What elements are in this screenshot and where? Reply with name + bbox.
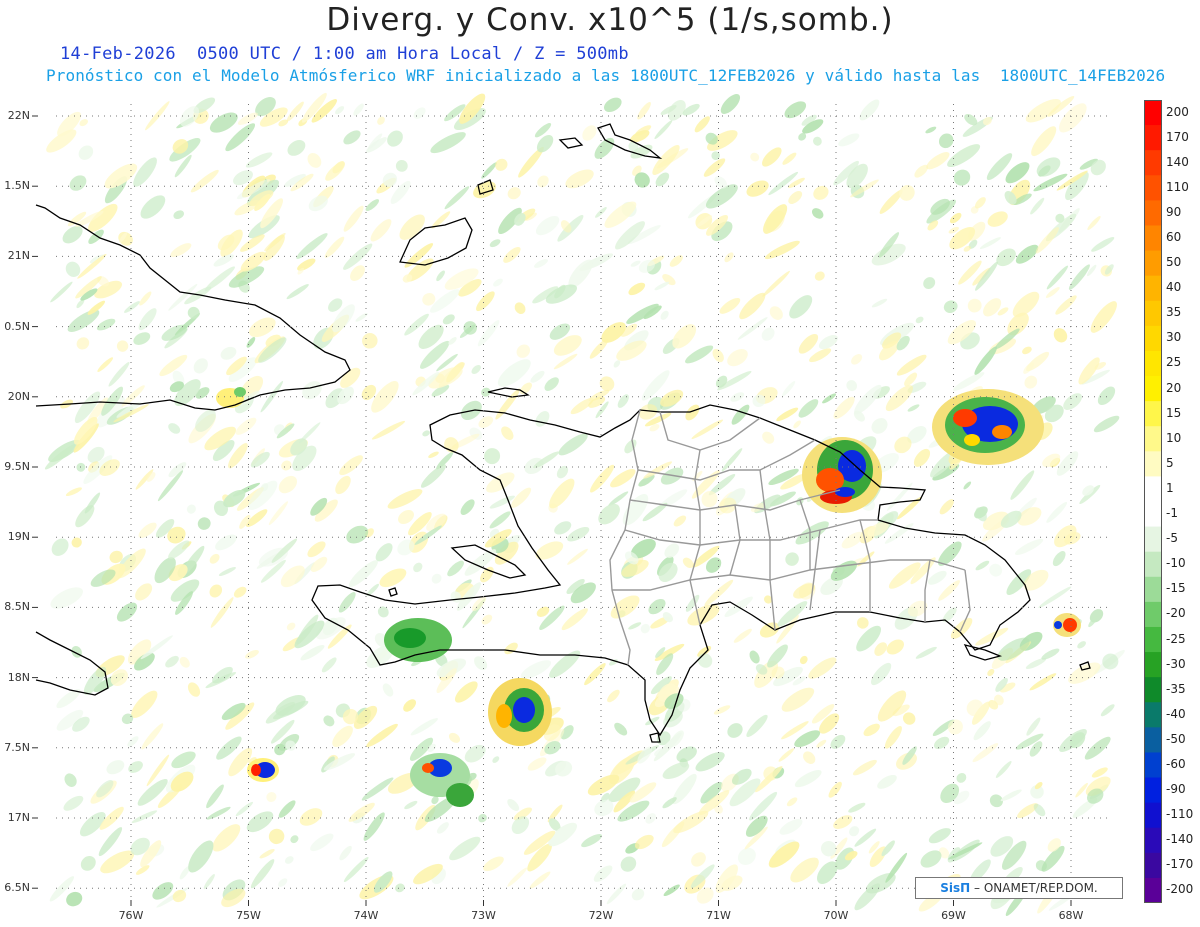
colorbar-swatch [1144,376,1162,402]
credit-text: – ONAMET/REP.DOM. [974,881,1098,895]
colorbar-swatch [1144,727,1162,753]
colorbar-label: -35 [1166,681,1186,696]
colorbar-swatch [1144,551,1162,578]
colorbar-label: 170 [1166,129,1189,144]
model-info-line: Pronóstico con el Modelo Atmósferico WRF… [46,66,1166,85]
colorbar-swatch [1144,702,1162,728]
colorbar-swatch [1144,225,1162,252]
colorbar-label: 200 [1166,104,1189,119]
longitude-label: 71W [706,909,731,922]
colorbar-swatch [1144,451,1162,477]
colorbar-swatch [1144,777,1162,804]
colorbar-swatch [1144,601,1162,628]
colorbar-swatch [1144,877,1162,903]
colorbar-swatch [1144,426,1162,452]
colorbar [1144,100,1162,903]
colorbar-swatch [1144,501,1162,528]
colorbar-swatch [1144,300,1162,327]
cell-east [1053,613,1081,637]
longitude-label: 74W [353,909,379,922]
colorbar-label: 110 [1166,179,1189,194]
latitude-label: 18N [7,670,30,684]
colorbar-label: 140 [1166,154,1189,169]
colorbar-label: -200 [1166,882,1194,897]
colorbar-label: 15 [1166,405,1182,420]
longitude-label: 73W [471,909,496,922]
colorbar-label: -5 [1166,531,1178,546]
cell-cibao [802,437,882,513]
credit-box: SisΠ – ONAMET/REP.DOM. [915,877,1123,899]
latitude-label: 22N [7,109,30,122]
colorbar-label: -1 [1166,506,1178,521]
colorbar-label: 10 [1166,430,1182,445]
colorbar-label: 60 [1166,230,1182,245]
colorbar-label: 40 [1166,280,1182,295]
longitude-label: 69W [941,909,966,922]
map-title: Diverg. y Conv. x10^5 (1/s,somb.) [326,2,894,38]
colorbar-swatch [1144,125,1162,151]
colorbar-swatch [1144,476,1162,502]
colorbar-label: 90 [1166,204,1182,219]
colorbar-label: 35 [1166,305,1182,320]
colorbar-label: 1 [1166,480,1174,495]
colorbar-label: -20 [1166,606,1186,621]
colorbar-label: -50 [1166,731,1186,746]
latitude-label: 1.5N [4,179,30,193]
colorbar-swatch [1144,250,1162,277]
latitude-label: 20N [7,389,30,403]
cell-south-sea [488,678,552,746]
latitude-label: 19N [7,530,30,544]
longitude-label: 68W [1058,909,1084,922]
colorbar-label: -10 [1166,556,1186,571]
colorbar-label: -40 [1166,706,1186,721]
latitude-label: 21N [7,249,30,263]
credit-brand: SisΠ [940,881,971,895]
longitude-label: 75W [236,909,261,922]
longitude-label: 76W [118,909,144,922]
colorbar-label: 25 [1166,355,1182,370]
colorbar-swatch [1144,526,1162,553]
colorbar-swatch [1144,325,1162,352]
colorbar-swatch [1144,852,1162,879]
forecast-map [32,92,1125,917]
colorbar-label: 20 [1166,380,1182,395]
latitude-label: 9.5N [4,460,30,473]
colorbar-swatch [1144,275,1162,302]
latitude-label: 7.5N [4,740,30,754]
colorbar-swatch [1144,576,1162,603]
colorbar-label: -25 [1166,631,1186,646]
cell-haiti-south [384,618,452,662]
colorbar-label: 5 [1166,455,1174,470]
cell-northeast [932,389,1044,465]
colorbar-swatch [1144,200,1162,226]
colorbar-swatch [1144,150,1162,176]
valid-time-line: 14-Feb-2026 0500 UTC / 1:00 am Hora Loca… [60,44,629,64]
latitude-label: 0.5N [4,319,30,333]
colorbar-label: -170 [1166,857,1194,872]
longitude-label: 72W [588,909,614,922]
colorbar-swatch [1144,652,1162,678]
colorbar-label: 50 [1166,255,1182,270]
colorbar-swatch [1144,752,1162,779]
colorbar-label: -110 [1166,807,1194,822]
latitude-label: 8.5N [4,600,30,614]
latitude-label: 17N [7,811,30,824]
colorbar-label: -90 [1166,782,1186,797]
colorbar-swatch [1144,350,1162,377]
colorbar-swatch [1144,100,1162,126]
colorbar-swatch [1144,626,1162,653]
colorbar-swatch [1144,401,1162,427]
colorbar-label: 30 [1166,330,1182,345]
colorbar-swatch [1144,175,1162,201]
cell-west [247,758,279,782]
colorbar-swatch [1144,802,1162,829]
colorbar-label: -30 [1166,656,1186,671]
colorbar-label: -60 [1166,756,1186,771]
colorbar-swatch [1144,677,1162,703]
colorbar-label: -140 [1166,832,1194,847]
longitude-label: 70W [823,909,849,922]
latitude-label: 6.5N [4,881,30,895]
colorbar-label: -15 [1166,581,1186,596]
colorbar-swatch [1144,827,1162,854]
